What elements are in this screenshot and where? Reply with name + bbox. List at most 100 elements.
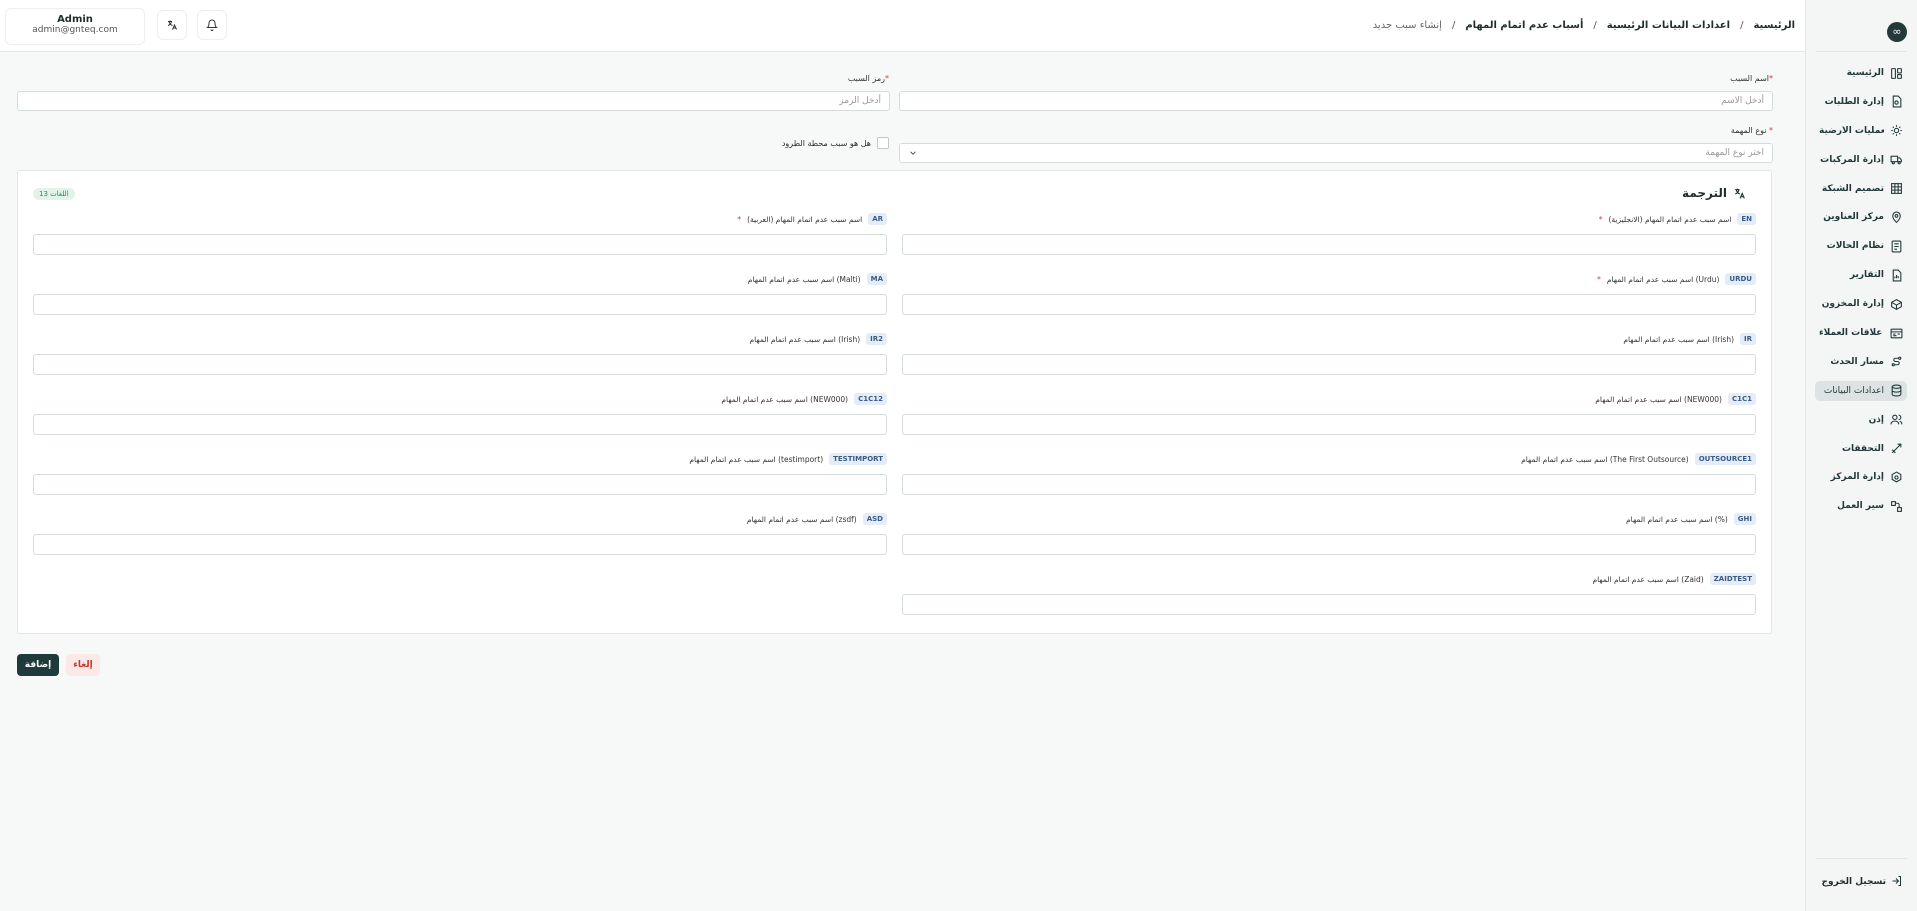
translation-input-outsource1[interactable] (902, 474, 1756, 495)
languages-count-badge: 13 اللغات (33, 188, 75, 200)
users-icon (1889, 413, 1903, 427)
task-type-label: نوع المهمة * (1730, 126, 1773, 135)
translation-input-ma[interactable] (33, 294, 887, 315)
bell-icon (206, 19, 218, 31)
translation-input-ghi[interactable] (902, 534, 1756, 555)
lang-code-badge: URDU (1725, 273, 1756, 285)
sidebar-item-orders[interactable]: إدارة الطلبات (1815, 92, 1907, 112)
translation-input-ir2[interactable] (33, 354, 887, 375)
user-profile-card[interactable]: Admin admin@gnteq.com (5, 8, 145, 45)
sidebar-item-event-route[interactable]: مسار الحدث (1815, 352, 1907, 372)
translation-input-en[interactable] (902, 234, 1756, 255)
field-label: اسم سبب عدم اتمام المهام (zsdf) (746, 514, 857, 524)
parcel-station-checkbox[interactable] (877, 137, 889, 149)
sidebar-item-vehicles[interactable]: إدارة المركبات (1815, 150, 1907, 170)
sidebar-item-crm[interactable]: إدارة علاقات العملاء (1815, 323, 1907, 343)
field-label: اسم سبب عدم اتمام المهام (The First Outs… (1521, 454, 1689, 464)
task-type-select[interactable]: اختر نوع المهمة (899, 143, 1773, 163)
lang-code-badge: OUTSOURCE1 (1694, 453, 1756, 465)
reason-name-label: اسم السبب* (1730, 74, 1773, 83)
sidebar-nav: الرئيسية إدارة الطلبات العمليات الارضية … (1815, 63, 1907, 525)
field-label: اسم سبب عدم اتمام المهام (NEW000) (1595, 394, 1722, 404)
translate-icon (1734, 188, 1745, 199)
logout-button[interactable]: تسجيل الخروج (1819, 872, 1903, 891)
database-icon (1889, 384, 1903, 398)
address-icon (1889, 210, 1903, 224)
breadcrumb-master-data[interactable]: اعدادات البيانات الرئيسية (1607, 20, 1730, 31)
field-label: اسم سبب عدم اتمام المهام (Irish) (749, 334, 861, 344)
translation-input-c1c12[interactable] (33, 414, 887, 435)
breadcrumb: الرئيسية / اعدادات البيانات الرئيسية / أ… (1372, 20, 1795, 31)
translation-field-asd: ASD اسم سبب عدم اتمام المهام (zsdf) (33, 513, 887, 555)
parcel-station-label: هل هو سبب محطة الطرود (781, 138, 871, 148)
status-icon (1889, 239, 1903, 253)
translation-input-c1c1[interactable] (902, 414, 1756, 435)
sidebar-item-permissions[interactable]: إذن (1815, 410, 1907, 430)
field-label: اسم سبب عدم اتمام المهام (%) (1626, 514, 1728, 524)
breadcrumb-current: إنشاء سبب جديد (1372, 20, 1442, 31)
translation-field-ir2: IR2 اسم سبب عدم اتمام المهام (Irish) (33, 333, 887, 375)
lang-code-badge: EN (1737, 213, 1756, 225)
translation-input-zaidtest[interactable] (902, 594, 1756, 615)
translation-input-urdu[interactable] (902, 294, 1756, 315)
field-label: اسم سبب عدم اتمام المهام (الانجليزية) (1608, 214, 1732, 224)
sidebar-item-reports[interactable]: التقارير (1815, 265, 1907, 285)
sidebar-item-status-system[interactable]: نظام الحالات (1815, 236, 1907, 256)
field-label: اسم سبب عدم اتمام المهام (Malti) (747, 274, 861, 284)
lang-code-badge: AR (868, 213, 887, 225)
home-icon (1889, 66, 1903, 80)
app-logo[interactable]: ∞ (1887, 22, 1907, 42)
translation-field-ar: AR اسم سبب عدم اتمام المهام (العربية) * (33, 213, 887, 255)
truck-icon (1889, 153, 1903, 167)
translation-field-ma: MA اسم سبب عدم اتمام المهام (Malti) (33, 273, 887, 315)
notifications-button[interactable] (197, 10, 227, 40)
sidebar-item-addresses[interactable]: مركز العناوين (1815, 207, 1907, 227)
sidebar-item-ground-ops[interactable]: العمليات الارضية (1815, 121, 1907, 141)
ground-ops-icon (1889, 124, 1903, 138)
translation-field-zaidtest: ZAIDTEST اسم سبب عدم اتمام المهام (Zaid) (902, 573, 1756, 615)
field-label: اسم سبب عدم اتمام المهام (testimport) (689, 454, 824, 464)
sidebar-item-inventory[interactable]: إدارة المخزون (1815, 294, 1907, 314)
translation-field-testimport: TESTIMPORT اسم سبب عدم اتمام المهام (test… (33, 453, 887, 495)
orders-icon (1889, 95, 1903, 109)
sidebar-item-data-settings[interactable]: اعدادات البيانات (1815, 380, 1907, 401)
network-icon (1889, 182, 1903, 196)
chevron-down-icon (908, 148, 918, 162)
hub-icon (1889, 470, 1903, 484)
language-button[interactable] (157, 10, 187, 40)
field-label: اسم سبب عدم اتمام المهام (NEW000) (721, 394, 849, 404)
lang-code-badge: IR (1740, 333, 1756, 345)
translation-field-urdu: URDU اسم سبب عدم اتمام المهام (Urdu) * (902, 273, 1756, 315)
lang-code-badge: GHI (1733, 513, 1756, 525)
translation-input-testimport[interactable] (33, 474, 887, 495)
translation-input-asd[interactable] (33, 534, 887, 555)
translation-card: الترجمة 13 اللغات EN اسم سبب عدم اتمام ال… (17, 170, 1772, 634)
breadcrumb-reasons[interactable]: أسباب عدم اتمام المهام (1465, 20, 1583, 31)
sidebar-item-network[interactable]: تصميم الشبكة (1815, 179, 1907, 199)
sidebar-item-hub-management[interactable]: إدارة المركز (1815, 467, 1907, 487)
report-icon (1889, 268, 1903, 282)
translation-field-ghi: GHI اسم سبب عدم اتمام المهام (%) (902, 513, 1756, 555)
sidebar-item-validations[interactable]: التحققات (1815, 439, 1907, 459)
reason-name-input[interactable]: أدخل الاسم (899, 91, 1773, 111)
user-name: Admin (57, 14, 93, 25)
reason-code-label: رمز السبب* (847, 74, 889, 83)
sidebar-item-workflow[interactable]: سير العمل (1815, 496, 1907, 516)
translation-field-c1c12: C1C12 اسم سبب عدم اتمام المهام (NEW000) (33, 393, 887, 435)
translation-field-outsource1: OUTSOURCE1 اسم سبب عدم اتمام المهام (The … (902, 453, 1756, 495)
inventory-icon (1889, 297, 1903, 311)
reason-code-input[interactable]: أدخل الرمز (17, 91, 890, 111)
breadcrumb-home[interactable]: الرئيسية (1753, 20, 1795, 31)
translation-input-ir[interactable] (902, 354, 1756, 375)
field-label: اسم سبب عدم اتمام المهام (Zaid) (1592, 574, 1704, 584)
crm-icon (1889, 326, 1903, 340)
add-button[interactable]: إضافة (17, 654, 59, 676)
translation-field-ir: IR اسم سبب عدم اتمام المهام (Irish) (902, 333, 1756, 375)
parcel-station-checkbox-row[interactable]: هل هو سبب محطة الطرود (782, 137, 889, 149)
translate-icon (167, 20, 177, 30)
validations-icon (1889, 442, 1903, 456)
translation-input-ar[interactable] (33, 234, 887, 255)
user-email: admin@gnteq.com (32, 25, 118, 35)
sidebar-item-home[interactable]: الرئيسية (1815, 63, 1907, 83)
cancel-button[interactable]: إلغاء (66, 654, 100, 676)
